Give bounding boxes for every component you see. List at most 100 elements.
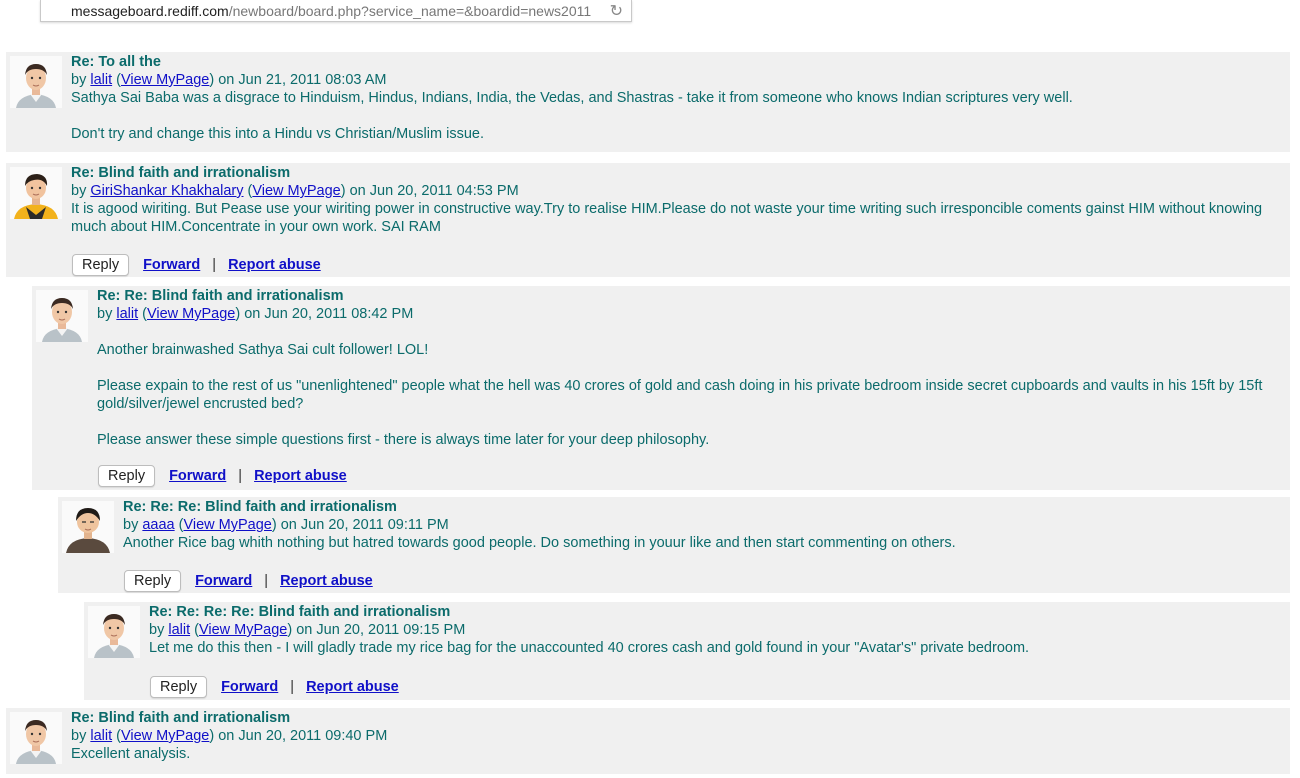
post-byline: by aaaa (View MyPage) on Jun 20, 2011 09…	[123, 517, 449, 533]
post-date: Jun 20, 2011 08:42 PM	[264, 306, 414, 322]
post-body: Another brainwashed Sathya Sai cult foll…	[97, 341, 1284, 449]
avatar[interactable]	[10, 56, 62, 108]
man-avatar-icon	[36, 290, 88, 342]
post-5: Re: Blind faith and irrationalism by lal…	[6, 708, 1290, 774]
post-content: Re: Re: Blind faith and irrationalism by…	[97, 287, 1284, 449]
on-label: on	[218, 728, 235, 744]
by-label: by	[71, 183, 87, 199]
forward-link[interactable]: Forward	[221, 678, 278, 696]
url-domain: messageboard.rediff.com	[71, 3, 229, 19]
author-link[interactable]: lalit	[90, 728, 112, 744]
forward-link[interactable]: Forward	[143, 256, 200, 274]
report-abuse-link[interactable]: Report abuse	[254, 467, 347, 485]
view-mypage-link[interactable]: View MyPage	[121, 72, 209, 88]
man-avatar-icon	[10, 56, 62, 108]
post-content: Re: Re: Re: Re: Blind faith and irration…	[149, 603, 1284, 657]
author-link[interactable]: lalit	[116, 306, 138, 322]
url-path: /newboard/board.php?service_name=&boardi…	[228, 3, 591, 19]
post-paragraph: Another Rice bag whith nothing but hatre…	[123, 535, 956, 551]
post-actions: Reply Forward | Report abuse	[150, 675, 399, 699]
post-4: Re: Re: Re: Re: Blind faith and irration…	[84, 602, 1290, 700]
post-body: Excellent analysis.	[71, 745, 1284, 763]
post-paragraph: Sathya Sai Baba was a disgrace to Hindui…	[71, 90, 1073, 106]
asian-man-avatar-icon	[62, 501, 114, 553]
post-date: Jun 20, 2011 09:40 PM	[238, 728, 388, 744]
post-title: Re: Blind faith and irrationalism	[71, 710, 291, 726]
post-1: Re: Blind faith and irrationalism by Gir…	[6, 163, 1290, 277]
post-content: Re: To all the by lalit (View MyPage) on…	[71, 53, 1284, 143]
reply-button[interactable]: Reply	[72, 254, 130, 276]
on-label: on	[218, 72, 235, 88]
by-label: by	[149, 622, 165, 638]
separator: |	[212, 257, 217, 273]
by-label: by	[71, 728, 87, 744]
report-abuse-link[interactable]: Report abuse	[280, 572, 373, 590]
by-label: by	[97, 306, 113, 322]
on-label: on	[296, 622, 313, 638]
author-link[interactable]: aaaa	[142, 517, 174, 533]
post-0: Re: To all the by lalit (View MyPage) on…	[6, 52, 1290, 152]
avatar[interactable]	[10, 167, 62, 219]
post-paragraph: Let me do this then - I will gladly trad…	[149, 640, 1030, 656]
author-link[interactable]: lalit	[168, 622, 190, 638]
report-abuse-link[interactable]: Report abuse	[228, 256, 321, 274]
post-content: Re: Blind faith and irrationalism by Gir…	[71, 164, 1284, 236]
post-2: Re: Re: Blind faith and irrationalism by…	[32, 286, 1290, 490]
author-link[interactable]: lalit	[90, 72, 112, 88]
post-body: It is agood wiriting. But Pease use your…	[71, 200, 1284, 236]
by-label: by	[71, 72, 87, 88]
on-label: on	[349, 183, 366, 199]
post-date: Jun 20, 2011 04:53 PM	[369, 183, 519, 199]
separator: |	[290, 679, 295, 695]
post-date: Jun 20, 2011 09:15 PM	[316, 622, 466, 638]
post-actions: Reply Forward | Report abuse	[72, 253, 321, 277]
post-byline: by lalit (View MyPage) on Jun 20, 2011 0…	[149, 622, 466, 638]
post-byline: by GiriShankar Khakhalary (View MyPage) …	[71, 183, 519, 199]
avatar[interactable]	[36, 290, 88, 342]
post-paragraph: Excellent analysis.	[71, 746, 191, 762]
report-abuse-link[interactable]: Report abuse	[306, 678, 399, 696]
post-title: Re: Re: Re: Re: Blind faith and irration…	[149, 604, 451, 620]
view-mypage-link[interactable]: View MyPage	[199, 622, 287, 638]
post-content: Re: Re: Re: Blind faith and irrationalis…	[123, 498, 1284, 552]
browser-url-bar[interactable]: messageboard.rediff.com/newboard/board.p…	[40, 0, 632, 22]
post-date: Jun 20, 2011 09:11 PM	[300, 517, 449, 533]
reload-icon[interactable]: ↻	[610, 1, 623, 21]
post-title: Re: Re: Re: Blind faith and irrationalis…	[123, 499, 397, 515]
author-link[interactable]: GiriShankar Khakhalary	[90, 183, 243, 199]
separator: |	[264, 573, 269, 589]
by-label: by	[123, 517, 139, 533]
post-title: Re: Re: Blind faith and irrationalism	[97, 288, 344, 304]
view-mypage-link[interactable]: View MyPage	[121, 728, 209, 744]
view-mypage-link[interactable]: View MyPage	[147, 306, 235, 322]
man-avatar-icon	[88, 606, 140, 658]
post-date: Jun 21, 2011 08:03 AM	[238, 72, 387, 88]
forward-link[interactable]: Forward	[169, 467, 226, 485]
separator: |	[238, 468, 243, 484]
avatar[interactable]	[62, 501, 114, 553]
view-mypage-link[interactable]: View MyPage	[183, 517, 271, 533]
post-actions: Reply Forward | Report abuse	[98, 464, 347, 488]
post-paragraph: Another brainwashed Sathya Sai cult foll…	[97, 342, 429, 358]
post-paragraph: Please answer these simple questions fir…	[97, 432, 710, 448]
on-label: on	[244, 306, 261, 322]
post-byline: by lalit (View MyPage) on Jun 21, 2011 0…	[71, 72, 387, 88]
view-mypage-link[interactable]: View MyPage	[252, 183, 340, 199]
avatar[interactable]	[88, 606, 140, 658]
post-body: Sathya Sai Baba was a disgrace to Hindui…	[71, 89, 1284, 143]
avatar[interactable]	[10, 712, 62, 764]
post-content: Re: Blind faith and irrationalism by lal…	[71, 709, 1284, 763]
post-body: Another Rice bag whith nothing but hatre…	[123, 534, 1284, 552]
url-text[interactable]: messageboard.rediff.com/newboard/board.p…	[71, 3, 591, 19]
post-paragraph: Don't try and change this into a Hindu v…	[71, 126, 484, 142]
reply-button[interactable]: Reply	[124, 570, 182, 592]
forward-link[interactable]: Forward	[195, 572, 252, 590]
reply-button[interactable]: Reply	[150, 676, 208, 698]
post-paragraph: Please expain to the rest of us "unenlig…	[97, 378, 1263, 412]
post-title: Re: To all the	[71, 54, 161, 70]
post-byline: by lalit (View MyPage) on Jun 20, 2011 0…	[71, 728, 388, 744]
post-paragraph: It is agood wiriting. But Pease use your…	[71, 201, 1263, 235]
reply-button[interactable]: Reply	[98, 465, 156, 487]
post-byline: by lalit (View MyPage) on Jun 20, 2011 0…	[97, 306, 414, 322]
post-actions: Reply Forward | Report abuse	[124, 569, 373, 593]
